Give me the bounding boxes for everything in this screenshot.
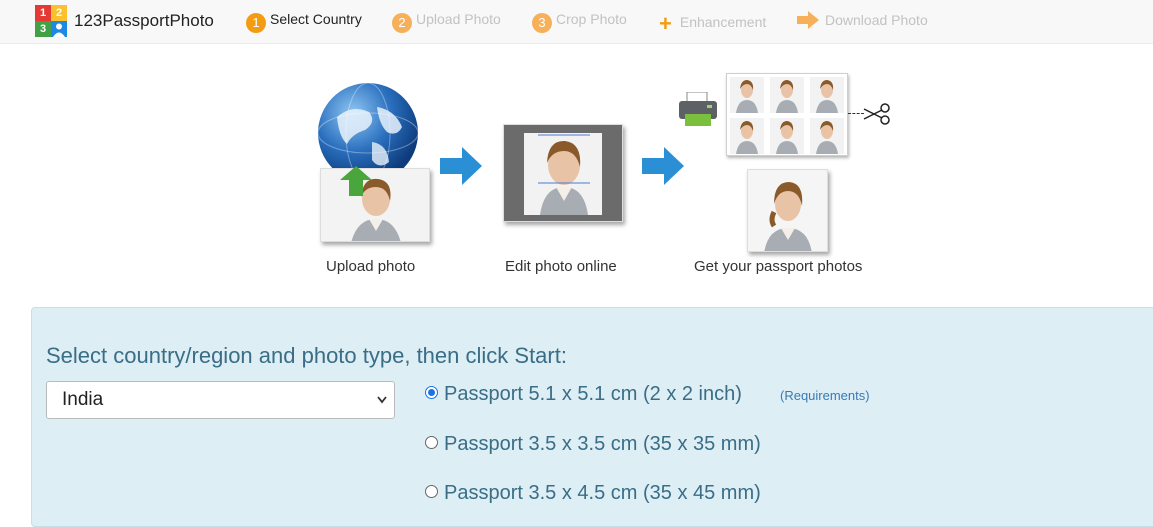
photo-type-option-3-5x4-5[interactable]: Passport 3.5 x 4.5 cm (35 x 45 mm) [425,482,761,505]
country-select[interactable]: India [46,381,395,419]
top-navigation-bar: 1 2 3 123PassportPhoto 1 Select Country 2… [0,0,1153,44]
photo-type-label: Passport 5.1 x 5.1 cm (2 x 2 inch) [444,383,742,405]
step-1-badge: 1 [246,13,266,33]
requirements-link[interactable]: (Requirements) [780,388,870,403]
caption-edit-photo-online: Edit photo online [505,258,617,275]
step-2-badge: 2 [392,13,412,33]
step-select-country[interactable]: 1 Select Country [246,11,362,33]
step-3-label: Crop Photo [556,11,627,27]
radio-button[interactable] [425,386,438,399]
caption-upload-photo: Upload photo [326,258,416,275]
photo-type-label: Passport 3.5 x 3.5 cm (35 x 35 mm) [444,433,761,455]
photo-sheet [726,73,848,156]
step-3-badge: 3 [532,13,552,33]
logo-digit-1: 1 [35,5,51,21]
upload-photo-image [320,168,430,242]
arrow-right-icon [797,11,819,32]
step-2-label: Upload Photo [416,11,501,27]
step-download-photo[interactable]: Download Photo [797,11,928,32]
logo-digit-2: 2 [51,5,67,21]
step-upload-photo[interactable]: 2 Upload Photo [392,11,501,33]
radio-button[interactable] [425,436,438,449]
step-4-label: Enhancement [679,14,767,30]
next-arrow-icon [440,147,482,185]
logo-person-icon [51,21,67,37]
printer-icon [677,91,719,128]
selection-title: Select country/region and photo type, th… [46,343,567,368]
logo-icon[interactable]: 1 2 3 [35,5,67,37]
plus-icon: + [659,11,672,36]
brand-name[interactable]: 123PassportPhoto [74,11,214,31]
photo-type-option-3-5x3-5[interactable]: Passport 3.5 x 3.5 cm (35 x 35 mm) [425,433,761,456]
photo-type-label: Passport 3.5 x 4.5 cm (35 x 45 mm) [444,482,761,504]
caption-get-passport-photos: Get your passport photos [694,258,863,275]
scissors-icon [862,103,890,125]
step-crop-photo[interactable]: 3 Crop Photo [532,11,627,33]
radio-button[interactable] [425,485,438,498]
photo-type-option-5-1[interactable]: Passport 5.1 x 5.1 cm (2 x 2 inch) [425,383,742,406]
edit-photo-image [503,124,623,222]
next-arrow-icon [642,147,684,185]
step-enhancement[interactable]: + Enhancement [659,11,766,37]
chevron-down-icon [376,382,388,431]
passport-photo-image [747,169,828,252]
country-select-value: India [62,389,104,410]
upload-arrow-icon [340,166,372,196]
step-1-label: Select Country [270,11,362,27]
logo-digit-3: 3 [35,21,51,37]
step-5-label: Download Photo [825,12,928,28]
